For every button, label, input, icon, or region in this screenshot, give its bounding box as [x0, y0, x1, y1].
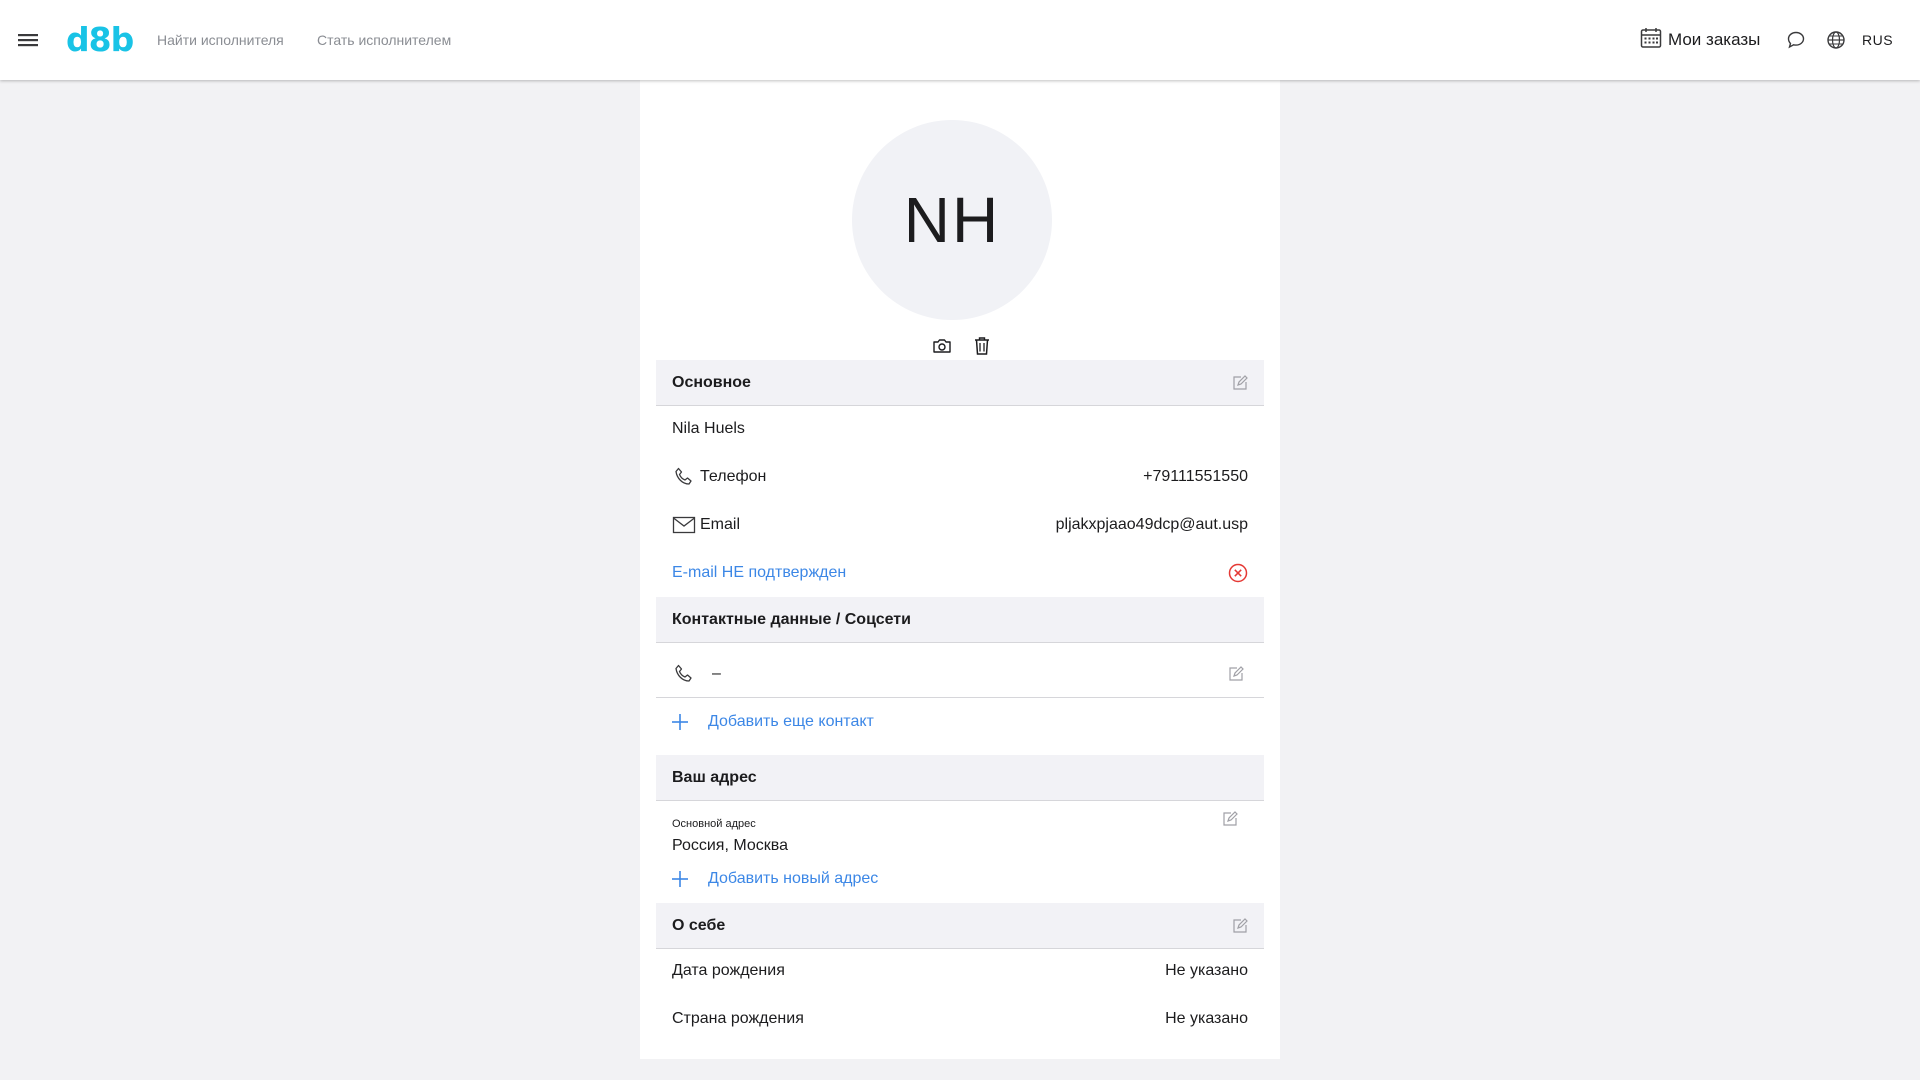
- email-status-row: E-mail НЕ подтвержден: [656, 553, 1264, 593]
- calendar-icon: [1640, 27, 1662, 54]
- trash-icon[interactable]: [970, 334, 994, 358]
- avatar-tools: [930, 334, 994, 358]
- avatar: NH: [852, 120, 1052, 320]
- phone-label: Телефон: [700, 468, 767, 485]
- my-orders-button[interactable]: Мои заказы: [1640, 27, 1761, 54]
- add-contact-button[interactable]: Добавить еще контакт: [656, 707, 874, 737]
- section-address-header: Ваш адрес: [656, 755, 1264, 801]
- birth-date-label: Дата рождения: [672, 962, 785, 979]
- top-bar: d8b Найти исполнителя Стать исполнителем…: [0, 0, 1920, 80]
- phone-row: Телефон +79111551550: [656, 457, 1264, 497]
- nav-become-performer[interactable]: Стать исполнителем: [317, 31, 451, 49]
- section-about-header: О себе: [656, 903, 1264, 949]
- birth-date-value: Не указано: [1165, 962, 1248, 979]
- add-address-button[interactable]: Добавить новый адрес: [656, 864, 878, 894]
- birth-country-row: Страна рождения Не указано: [656, 999, 1264, 1039]
- chat-icon[interactable]: [1784, 28, 1808, 52]
- edit-icon[interactable]: [1220, 809, 1240, 829]
- email-value: pljakxpjaao49dcp@aut.usp: [1055, 516, 1248, 533]
- section-about-title: О себе: [672, 917, 726, 934]
- section-contacts-header: Контактные данные / Соцсети: [656, 597, 1264, 643]
- divider: [656, 697, 1264, 698]
- language-switch[interactable]: RUS: [1862, 32, 1893, 48]
- plus-icon: [668, 867, 692, 891]
- section-basic-header: Основное: [656, 360, 1264, 406]
- birth-country-value: Не указано: [1165, 1010, 1248, 1027]
- mail-icon: [672, 513, 696, 537]
- contact-phone-row: –: [656, 654, 1264, 694]
- globe-icon[interactable]: [1824, 28, 1848, 52]
- error-circle-icon: [1228, 563, 1248, 583]
- birth-country-label: Страна рождения: [672, 1010, 804, 1027]
- profile-name-row: Nila Huels: [656, 409, 1264, 449]
- edit-icon[interactable]: [1226, 664, 1246, 684]
- edit-icon[interactable]: [1230, 916, 1250, 936]
- add-contact-label: Добавить еще контакт: [708, 713, 874, 730]
- section-address-title: Ваш адрес: [672, 769, 757, 786]
- phone-icon: [672, 465, 696, 489]
- my-orders-label: Мои заказы: [1668, 30, 1761, 49]
- phone-value: +79111551550: [1143, 468, 1248, 485]
- main-address-label: Основной адрес: [672, 818, 756, 830]
- phone-icon: [672, 662, 696, 686]
- logo[interactable]: d8b: [66, 20, 134, 60]
- birth-date-row: Дата рождения Не указано: [656, 951, 1264, 991]
- email-label: Email: [700, 516, 741, 533]
- section-contacts-title: Контактные данные / Соцсети: [672, 611, 911, 628]
- menu-icon[interactable]: [16, 28, 40, 52]
- section-basic-title: Основное: [672, 374, 751, 391]
- plus-icon: [668, 710, 692, 734]
- profile-name: Nila Huels: [672, 420, 745, 437]
- edit-icon[interactable]: [1230, 373, 1250, 393]
- email-row: Email pljakxpjaao49dcp@aut.usp: [656, 505, 1264, 545]
- add-address-label: Добавить новый адрес: [708, 870, 879, 887]
- main-address-value: Россия, Москва: [672, 837, 788, 854]
- camera-icon[interactable]: [930, 334, 954, 358]
- profile-card: NH Основное Nila Huels Телефон +79111551…: [640, 80, 1280, 1059]
- email-not-confirmed-link[interactable]: E-mail НЕ подтвержден: [672, 564, 846, 582]
- nav-find-performer[interactable]: Найти исполнителя: [157, 31, 284, 49]
- contact-phone-value: –: [712, 665, 721, 682]
